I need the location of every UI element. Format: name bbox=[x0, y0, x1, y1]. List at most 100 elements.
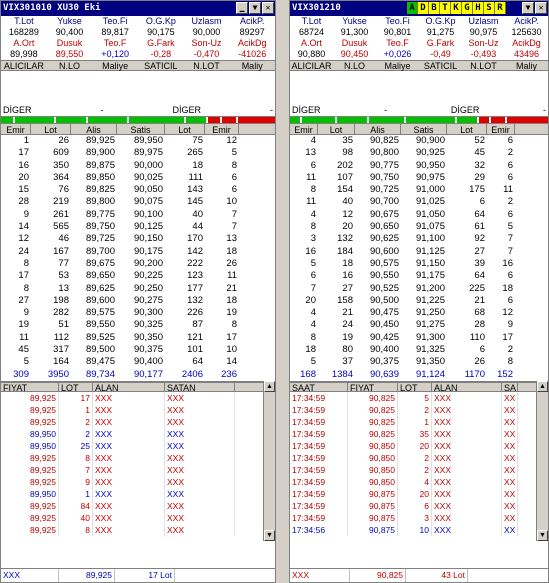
depth-row[interactable]: 5 37 90,375 91,350 26 8 bbox=[290, 356, 548, 368]
trades-col-header[interactable]: SAAT bbox=[290, 382, 348, 393]
window-title[interactable]: VIX301210 ADBTKGHSR ▼ ✕ bbox=[290, 1, 548, 16]
depth-row[interactable]: 9 282 89,575 90,300 226 19 bbox=[1, 307, 275, 319]
depth-row[interactable]: 5 164 89,475 90,400 64 14 bbox=[1, 356, 275, 368]
depth-col-header[interactable]: Emir bbox=[205, 124, 239, 135]
depth-row[interactable]: 14 565 89,750 90,125 44 7 bbox=[1, 221, 275, 233]
depth-row[interactable]: 27 198 89,600 90,275 132 18 bbox=[1, 295, 275, 307]
trade-row[interactable]: 89,925 8 XXX XXX bbox=[1, 523, 263, 536]
depth-col-header[interactable]: Lot bbox=[318, 124, 355, 135]
trade-row[interactable]: 89,925 17 XXX XXX bbox=[1, 391, 263, 404]
market-letter-s[interactable]: S bbox=[484, 2, 495, 14]
trade-row[interactable]: 17:34:59 90,850 4 XXX XX bbox=[290, 475, 536, 488]
market-letter-r[interactable]: R bbox=[495, 2, 506, 14]
depth-row[interactable]: 16 350 89,875 90,000 18 8 bbox=[1, 160, 275, 172]
trade-row[interactable]: 17:34:59 90,850 20 XXX XX bbox=[290, 439, 536, 452]
depth-col-header[interactable]: Lot bbox=[447, 124, 487, 135]
trade-row[interactable]: 17:34:59 90,850 2 XXX XX bbox=[290, 463, 536, 476]
trade-row[interactable]: 89,925 7 XXX XXX bbox=[1, 463, 263, 476]
depth-row[interactable]: 6 16 90,550 91,175 64 6 bbox=[290, 270, 548, 282]
market-letter-g[interactable]: G bbox=[462, 2, 473, 14]
depth-row[interactable]: 17 609 89,900 89,975 265 5 bbox=[1, 147, 275, 159]
window-title[interactable]: VIX301010 XU30 Eki ▁ ▼ ✕ bbox=[1, 1, 275, 16]
depth-row[interactable]: 8 13 89,625 90,250 177 21 bbox=[1, 283, 275, 295]
depth-row[interactable]: 45 317 89,500 90,375 101 10 bbox=[1, 344, 275, 356]
market-letter-b[interactable]: B bbox=[429, 2, 440, 14]
depth-row[interactable]: 12 46 89,725 90,150 170 13 bbox=[1, 233, 275, 245]
depth-row[interactable]: 4 12 90,675 91,050 64 6 bbox=[290, 209, 548, 221]
trade-row[interactable]: 17:34:59 90,825 35 XXX XX bbox=[290, 427, 536, 440]
market-letter-k[interactable]: K bbox=[451, 2, 462, 14]
scroll-up-icon[interactable]: ▲ bbox=[264, 380, 275, 392]
trades-col-header[interactable]: ALAN bbox=[93, 382, 165, 393]
scroll-down-icon[interactable]: ▼ bbox=[537, 529, 548, 541]
depth-row[interactable]: 6 202 90,775 90,950 32 6 bbox=[290, 160, 548, 172]
depth-row[interactable]: 11 112 89,525 90,350 121 17 bbox=[1, 332, 275, 344]
trade-row[interactable]: 89,925 2 XXX XXX bbox=[1, 415, 263, 428]
depth-row[interactable]: 17 53 89,650 90,225 123 11 bbox=[1, 270, 275, 282]
depth-row[interactable]: 16 184 90,600 91,125 27 7 bbox=[290, 246, 548, 258]
dropdown-button[interactable]: ▼ bbox=[522, 2, 534, 14]
depth-row[interactable]: 20 158 90,500 91,225 21 6 bbox=[290, 295, 548, 307]
market-letter-a[interactable]: A bbox=[407, 2, 418, 14]
trades-col-header[interactable]: SA bbox=[502, 382, 518, 393]
trade-row[interactable]: 89,950 25 XXX XXX bbox=[1, 439, 263, 452]
depth-row[interactable]: 19 51 89,550 90,325 87 8 bbox=[1, 319, 275, 331]
trades-col-header[interactable]: FIYAT bbox=[1, 382, 59, 393]
depth-col-header[interactable]: Alis bbox=[355, 124, 401, 135]
market-letter-t[interactable]: T bbox=[440, 2, 451, 14]
depth-col-header[interactable]: Lot bbox=[31, 124, 71, 135]
depth-row[interactable]: 28 219 89,800 90,075 145 10 bbox=[1, 196, 275, 208]
dropdown-button[interactable]: ▼ bbox=[249, 2, 261, 14]
trade-row[interactable]: 89,950 2 XXX XXX bbox=[1, 427, 263, 440]
close-button[interactable]: ✕ bbox=[262, 2, 274, 14]
depth-row[interactable]: 9 261 89,775 90,100 40 7 bbox=[1, 209, 275, 221]
trades-col-header[interactable]: LOT bbox=[59, 382, 93, 393]
depth-row[interactable]: 7 27 90,525 91,200 225 18 bbox=[290, 283, 548, 295]
depth-row[interactable]: 1 26 89,925 89,950 75 12 bbox=[1, 135, 275, 147]
depth-col-header[interactable]: Emir bbox=[290, 124, 318, 135]
depth-col-header[interactable]: Emir bbox=[487, 124, 515, 135]
depth-row[interactable]: 15 76 89,825 90,050 143 6 bbox=[1, 184, 275, 196]
market-letter-d[interactable]: D bbox=[418, 2, 429, 14]
trade-row[interactable]: 17:34:59 90,875 6 XXX XX bbox=[290, 499, 536, 512]
trade-row[interactable]: 17:34:59 90,875 3 XXX XX bbox=[290, 511, 536, 524]
trade-row[interactable]: 17:34:59 90,825 1 XXX XX bbox=[290, 415, 536, 428]
depth-col-header[interactable]: Satis bbox=[117, 124, 165, 135]
scroll-down-icon[interactable]: ▼ bbox=[264, 529, 275, 541]
depth-col-header[interactable]: Alis bbox=[71, 124, 117, 135]
trade-row[interactable]: 89,950 1 XXX XXX bbox=[1, 487, 263, 500]
depth-row[interactable]: 24 167 89,700 90,175 142 18 bbox=[1, 246, 275, 258]
depth-col-header[interactable]: Satis bbox=[401, 124, 447, 135]
depth-row[interactable]: 8 20 90,650 91,075 61 5 bbox=[290, 221, 548, 233]
trade-row[interactable]: 17:34:56 90,875 10 XXX XX bbox=[290, 523, 536, 536]
trade-row[interactable]: 89,925 8 XXX XXX bbox=[1, 451, 263, 464]
trade-row[interactable]: 89,925 1 XXX XXX bbox=[1, 403, 263, 416]
depth-row[interactable]: 18 80 90,400 91,325 6 2 bbox=[290, 344, 548, 356]
depth-row[interactable]: 8 77 89,675 90,200 222 26 bbox=[1, 258, 275, 270]
trade-row[interactable]: 17:34:59 90,825 2 XXX XX bbox=[290, 403, 536, 416]
trade-row[interactable]: 89,925 84 XXX XXX bbox=[1, 499, 263, 512]
depth-row[interactable]: 4 35 90,825 90,900 52 6 bbox=[290, 135, 548, 147]
trade-row[interactable]: 17:34:59 90,850 2 XXX XX bbox=[290, 451, 536, 464]
depth-row[interactable]: 11 40 90,700 91,025 6 2 bbox=[290, 196, 548, 208]
trades-col-header[interactable]: ALAN bbox=[432, 382, 502, 393]
depth-col-header[interactable]: Emir bbox=[1, 124, 31, 135]
depth-col-header[interactable]: Lot bbox=[165, 124, 205, 135]
trade-row[interactable]: 17:34:59 90,875 20 XXX XX bbox=[290, 487, 536, 500]
depth-row[interactable]: 20 364 89,850 90,025 111 6 bbox=[1, 172, 275, 184]
trade-row[interactable]: 89,925 9 XXX XXX bbox=[1, 475, 263, 488]
close-button[interactable]: ✕ bbox=[535, 2, 547, 14]
depth-row[interactable]: 8 154 90,725 91,000 175 11 bbox=[290, 184, 548, 196]
trades-col-header[interactable]: SATAN bbox=[165, 382, 235, 393]
depth-row[interactable]: 4 24 90,450 91,275 28 9 bbox=[290, 319, 548, 331]
minimize-button[interactable]: ▁ bbox=[236, 2, 248, 14]
depth-row[interactable]: 13 98 90,800 90,925 45 2 bbox=[290, 147, 548, 159]
trades-col-header[interactable]: FIYAT bbox=[348, 382, 398, 393]
trades-col-header[interactable]: LOT bbox=[398, 382, 432, 393]
trades-scrollbar[interactable]: ▲ ▼ bbox=[536, 380, 548, 541]
trade-row[interactable]: 89,925 40 XXX XXX bbox=[1, 511, 263, 524]
trade-row[interactable]: 17:34:59 90,825 5 XXX XX bbox=[290, 391, 536, 404]
depth-row[interactable]: 4 21 90,475 91,250 68 12 bbox=[290, 307, 548, 319]
market-letter-h[interactable]: H bbox=[473, 2, 484, 14]
depth-row[interactable]: 5 18 90,575 91,150 39 16 bbox=[290, 258, 548, 270]
